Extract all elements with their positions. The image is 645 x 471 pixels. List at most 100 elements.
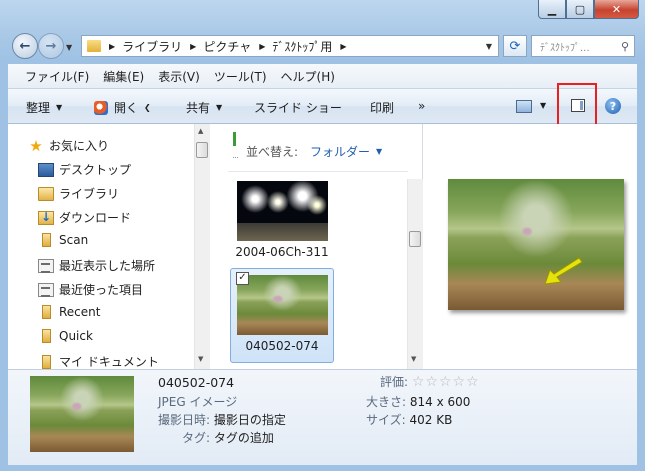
sort-label: 並べ替え: — [246, 145, 299, 159]
file-name: 040502-074 — [245, 339, 319, 353]
dropdown-arrow-icon: ▼ — [216, 103, 223, 112]
details-thumbnail — [30, 376, 134, 452]
breadcrumb: ▶ ライブラリ ▶ ピクチャ ▶ ﾃﾞｽｸﾄｯﾌﾟ用 ▶ — [101, 38, 354, 55]
paint-app-icon — [94, 100, 108, 115]
details-pane: 040502-074 JPEG イメージ 撮影日時: 撮影日の指定 タグ: タグ… — [8, 369, 637, 465]
print-button[interactable]: 印刷 — [370, 99, 394, 116]
address-dropdown-icon[interactable]: ▼ — [486, 42, 492, 51]
nav-label: ダウンロード — [59, 211, 132, 225]
rating-label: 評価: — [380, 375, 409, 389]
star-icon: ★ — [29, 136, 43, 155]
preview-image — [448, 179, 624, 310]
scroll-thumb[interactable] — [196, 142, 208, 158]
breadcrumb-chevron-icon[interactable]: ▶ — [190, 42, 196, 51]
minimize-button[interactable]: ▁ — [538, 0, 566, 19]
open-button[interactable]: 開く ❮ — [94, 99, 151, 116]
dropdown-arrow-icon: ❮ — [144, 103, 151, 112]
search-icon[interactable]: ⚲ — [621, 40, 629, 53]
menu-help[interactable]: ヘルプ(H) — [281, 68, 335, 85]
menu-view[interactable]: 表示(V) — [158, 68, 200, 85]
slideshow-button[interactable]: スライド ショー — [254, 99, 342, 116]
dimensions-label: 大きさ: — [366, 395, 407, 409]
content-area: ★ お気に入り デスクトップ ライブラリ ダウンロード Scan 最近表示 — [8, 124, 637, 369]
forward-button[interactable]: → — [38, 33, 64, 59]
library-title-truncated — [233, 157, 238, 160]
nav-item-recent-places[interactable]: 最近表示した場所 — [38, 257, 155, 274]
sort-dropdown[interactable]: フォルダー ▼ — [310, 143, 382, 160]
recent-pages-dropdown[interactable]: ▼ — [66, 43, 72, 52]
nav-label: Scan — [59, 233, 89, 247]
forward-arrow-icon: → — [45, 38, 57, 54]
refresh-button[interactable]: ⟳ — [503, 35, 527, 57]
folder-icon — [42, 354, 51, 369]
folder-icon — [42, 233, 51, 247]
recent-places-icon — [38, 258, 54, 273]
nav-item-quick[interactable]: Quick — [38, 329, 93, 343]
filesize-value: 402 KB — [409, 413, 453, 427]
nav-item-my-documents[interactable]: マイ ドキュメント — [38, 353, 159, 370]
breadcrumb-item[interactable]: ﾃﾞｽｸﾄｯﾌﾟ用 — [272, 38, 332, 55]
rating-stars-icon[interactable]: ☆☆☆☆☆ — [412, 374, 480, 390]
breadcrumb-chevron-icon[interactable]: ▶ — [259, 42, 265, 51]
nav-item-scan[interactable]: Scan — [38, 233, 88, 247]
checkbox[interactable]: ✓ — [236, 272, 249, 285]
help-icon[interactable]: ? — [605, 98, 621, 114]
menu-edit[interactable]: 編集(E) — [103, 68, 144, 85]
downloads-icon — [38, 210, 54, 225]
breadcrumb-item[interactable]: ライブラリ — [122, 38, 182, 55]
details-filetype: JPEG イメージ — [158, 395, 238, 409]
share-button[interactable]: 共有 ▼ — [186, 99, 222, 116]
nav-favorites[interactable]: ★ お気に入り — [28, 137, 109, 154]
sort-value: フォルダー — [310, 145, 371, 159]
library-icon — [38, 186, 54, 201]
folder-icon — [42, 329, 51, 343]
search-input[interactable]: ﾃﾞｽｸﾄｯﾌﾟ... ⚲ — [531, 35, 635, 57]
back-arrow-icon: ← — [19, 38, 31, 54]
scroll-down-icon[interactable]: ▼ — [198, 355, 203, 363]
nav-item-downloads[interactable]: ダウンロード — [38, 209, 131, 226]
menu-tools[interactable]: ツール(T) — [214, 68, 267, 85]
breadcrumb-chevron-icon[interactable]: ▶ — [340, 42, 346, 51]
file-scrollbar[interactable]: ▼ — [407, 179, 423, 369]
scroll-thumb[interactable] — [409, 231, 421, 247]
folder-icon — [87, 40, 101, 52]
nav-label: デスクトップ — [59, 163, 132, 177]
scroll-down-icon[interactable]: ▼ — [411, 355, 416, 363]
scroll-up-icon[interactable]: ▲ — [198, 127, 203, 135]
file-tile[interactable]: 2004-06Ch-311 — [230, 181, 334, 259]
back-button[interactable]: ← — [12, 33, 38, 59]
organize-button[interactable]: 整理 ▼ — [26, 99, 62, 116]
file-tile-selected[interactable]: ✓ 040502-074 — [230, 268, 334, 363]
nav-label: Recent — [59, 305, 101, 319]
menu-bar: ファイル(F) 編集(E) 表示(V) ツール(T) ヘルプ(H) — [8, 64, 637, 89]
nav-label: 最近使った項目 — [59, 283, 144, 297]
date-value[interactable]: 撮影日の指定 — [214, 413, 286, 427]
nav-item-recent-items[interactable]: 最近使った項目 — [38, 281, 143, 298]
rating-row: 評価: ☆☆☆☆☆ — [380, 373, 480, 390]
details-filename: 040502-074 — [158, 375, 235, 390]
change-view-icon[interactable] — [516, 100, 532, 113]
folder-icon — [42, 305, 51, 319]
nav-item-recent[interactable]: Recent — [38, 305, 100, 319]
close-button[interactable]: ✕ — [594, 0, 639, 19]
explorer-window: ▁ ▢ ✕ ← → ▼ ▶ ライブラリ ▶ ピクチャ ▶ ﾃﾞｽｸﾄｯﾌﾟ用 ▶… — [0, 0, 645, 471]
recent-items-icon — [38, 282, 54, 297]
nav-item-libraries[interactable]: ライブラリ — [38, 185, 119, 202]
tag-label: タグ: — [182, 431, 211, 445]
address-bar[interactable]: ▶ ライブラリ ▶ ピクチャ ▶ ﾃﾞｽｸﾄｯﾌﾟ用 ▶ ▼ — [81, 35, 499, 57]
maximize-button[interactable]: ▢ — [566, 0, 594, 19]
organize-label: 整理 — [26, 101, 51, 115]
breadcrumb-chevron-icon[interactable]: ▶ — [109, 42, 115, 51]
more-commands-button[interactable]: » — [418, 99, 425, 113]
breadcrumb-item[interactable]: ピクチャ — [203, 38, 251, 55]
desktop-icon — [38, 162, 54, 177]
nav-scrollbar[interactable]: ▲ ▼ — [194, 124, 210, 369]
command-bar: 整理 ▼ 開く ❮ 共有 ▼ スライド ショー 印刷 » ▼ ? — [8, 89, 637, 124]
slideshow-label: スライド ショー — [254, 101, 342, 115]
menu-file[interactable]: ファイル(F) — [25, 68, 89, 85]
view-dropdown-icon[interactable]: ▼ — [540, 101, 546, 110]
tag-value[interactable]: タグの追加 — [214, 431, 274, 445]
highlight-box — [557, 83, 597, 129]
caption-buttons: ▁ ▢ ✕ — [538, 0, 639, 19]
nav-item-desktop[interactable]: デスクトップ — [38, 161, 131, 178]
